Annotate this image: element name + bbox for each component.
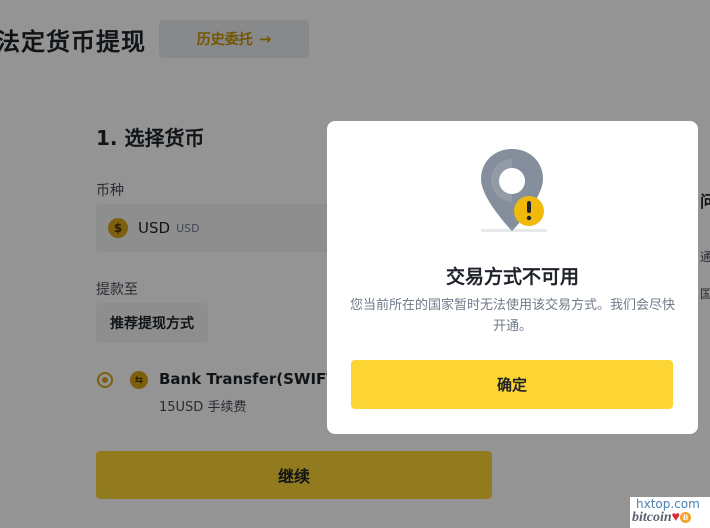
watermark-logo: bitcoin♥ B [632, 510, 691, 526]
watermark-url: hxtop.com [636, 497, 700, 511]
bitcoin-icon: B [679, 512, 691, 524]
location-pin-warning-icon [475, 147, 549, 239]
dialog-title: 交易方式不可用 [445, 266, 579, 288]
confirm-button[interactable]: 确定 [351, 360, 673, 409]
watermark-logo-text: bitcoin [632, 510, 672, 525]
dialog-description: 您当前所在的国家暂时无法使用该交易方式。我们会尽快开通。 [349, 298, 675, 334]
heart-icon: ♥ [671, 510, 680, 525]
unavailable-method-dialog: 交易方式不可用 您当前所在的国家暂时无法使用该交易方式。我们会尽快开通。 确定 [327, 121, 698, 434]
watermark: hxtop.com bitcoin♥ B [630, 497, 710, 528]
